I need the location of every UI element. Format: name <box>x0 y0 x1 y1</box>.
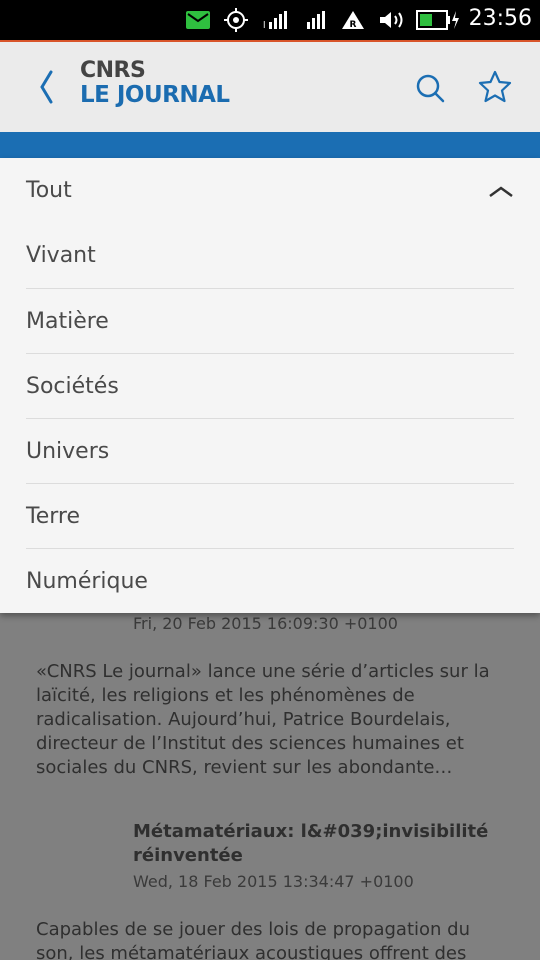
category-bar <box>0 132 540 158</box>
chevron-up-icon <box>489 186 513 198</box>
category-item-matiere[interactable]: Matière <box>26 288 514 353</box>
article-date: Fri, 20 Feb 2015 16:09:30 +0100 <box>133 614 398 633</box>
category-item-vivant[interactable]: Vivant <box>26 223 514 288</box>
category-label: Terre <box>26 503 80 529</box>
category-label: Numérique <box>26 568 148 594</box>
article-title: Métamatériaux: l&#039;invisibilité réinv… <box>133 821 489 866</box>
category-item-societes[interactable]: Sociétés <box>26 353 514 418</box>
category-selected[interactable]: Tout <box>26 158 514 223</box>
cnrs-logo: CNRS LE JOURNAL <box>80 58 270 116</box>
category-label: Sociétés <box>26 373 119 399</box>
logo-line2: LE JOURNAL <box>80 82 230 108</box>
signal-icon: l <box>262 8 290 32</box>
category-item-numerique[interactable]: Numérique <box>26 548 514 613</box>
svg-text:l: l <box>263 21 266 30</box>
category-label: Matière <box>26 308 109 334</box>
search-button[interactable] <box>412 70 448 106</box>
category-label: Vivant <box>26 243 96 268</box>
article-date: Wed, 18 Feb 2015 13:34:47 +0100 <box>133 872 414 891</box>
category-selected-label: Tout <box>26 178 72 203</box>
category-item-univers[interactable]: Univers <box>26 418 514 483</box>
svg-text:R: R <box>350 20 357 30</box>
volume-icon <box>378 8 406 32</box>
chevron-left-icon <box>40 70 53 104</box>
star-icon <box>478 70 512 103</box>
category-dropdown: Tout Vivant Matière Sociétés Univers Ter… <box>0 158 540 613</box>
article-summary: «CNRS Le journal» lance une série d’arti… <box>36 661 490 778</box>
battery-charging-icon <box>416 8 460 32</box>
category-item-terre[interactable]: Terre <box>26 483 514 548</box>
clock: 23:56 <box>468 6 532 31</box>
signal-icon <box>300 8 328 32</box>
category-label: Univers <box>26 438 110 464</box>
app-header: CNRS LE JOURNAL <box>0 42 540 132</box>
logo-line1: CNRS <box>80 58 146 83</box>
message-icon <box>184 8 212 32</box>
favorite-button[interactable] <box>476 68 514 106</box>
back-button[interactable] <box>28 64 64 110</box>
roaming-icon: R <box>340 8 366 32</box>
status-bar: l R 23:56 <box>0 0 540 40</box>
location-icon <box>222 8 250 32</box>
article-summary: Capables de se jouer des lois de propaga… <box>36 919 470 960</box>
search-icon <box>416 74 445 103</box>
